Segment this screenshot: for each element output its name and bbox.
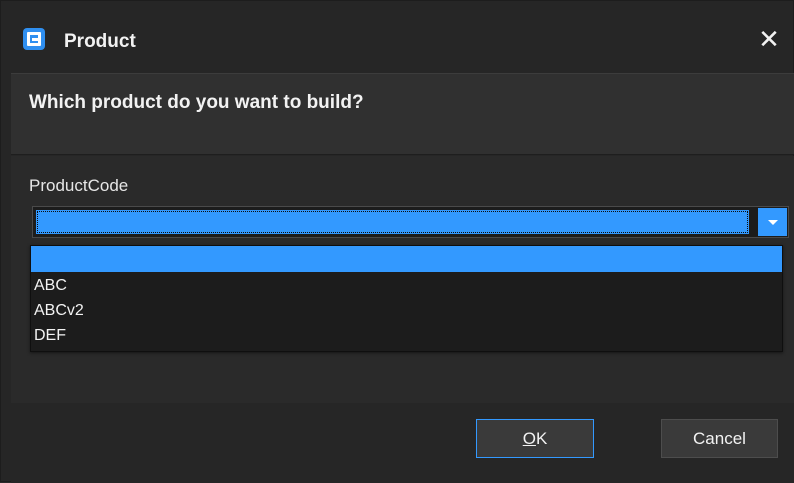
ok-mnemonic: O: [522, 429, 536, 448]
dropdown-option-abc[interactable]: ABC: [31, 273, 782, 299]
dropdown-option-abcv2[interactable]: ABCv2: [31, 298, 782, 324]
header-question: Which product do you want to build?: [29, 92, 364, 113]
dropdown-option-def[interactable]: DEF: [31, 323, 782, 349]
product-code-combobox[interactable]: [32, 206, 789, 238]
ok-label-rest: K: [535, 429, 548, 448]
combobox-selected-value[interactable]: [36, 210, 749, 234]
product-dialog: Product ✕ Which product do you want to b…: [0, 0, 794, 483]
chevron-down-icon: [768, 220, 778, 225]
close-button[interactable]: ✕: [753, 23, 785, 55]
product-code-dropdown-list[interactable]: ABC ABCv2 DEF: [30, 245, 783, 352]
dialog-header: Which product do you want to build?: [11, 73, 794, 155]
dropdown-option-empty[interactable]: [31, 246, 782, 272]
app-logo-icon: [23, 28, 45, 50]
title-bar[interactable]: Product ✕: [1, 1, 793, 71]
cancel-button[interactable]: Cancel: [661, 419, 778, 458]
dialog-footer: OK Cancel: [11, 403, 794, 483]
window-title: Product: [64, 31, 136, 52]
product-code-label: ProductCode: [29, 176, 129, 195]
ok-button[interactable]: OK: [476, 419, 594, 458]
close-icon: ✕: [758, 24, 780, 54]
combobox-dropdown-button[interactable]: [758, 208, 787, 236]
